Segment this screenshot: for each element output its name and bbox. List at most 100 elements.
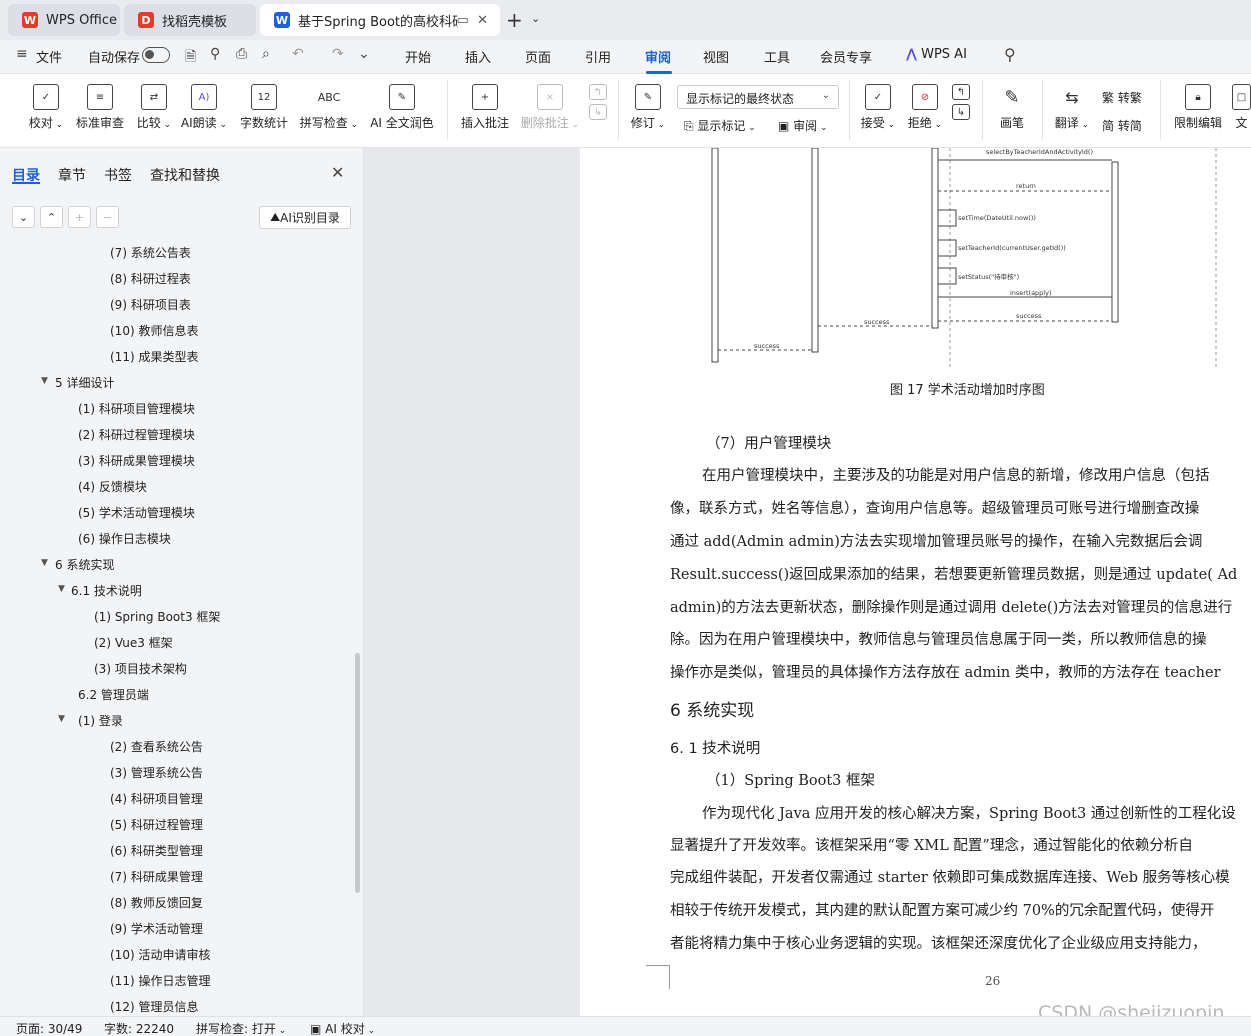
review-pane-button[interactable]: ▣ 审阅 ⌄ — [778, 117, 828, 134]
search-icon[interactable]: ⚲ — [1004, 45, 1016, 64]
menu-home[interactable]: 开始 — [405, 47, 431, 66]
menu-references[interactable]: 引用 — [585, 47, 611, 66]
toc-item[interactable]: (10) 活动申请审核 — [110, 946, 210, 963]
toc-item[interactable]: (3) 科研成果管理模块 — [78, 452, 195, 469]
toc-item[interactable]: (1) Spring Boot3 框架 — [94, 608, 220, 625]
document-more-button[interactable]: □ 文 — [1232, 84, 1251, 131]
expand-arrow-icon[interactable]: ▼ — [41, 558, 48, 568]
menu-review[interactable]: 审阅 — [645, 47, 671, 66]
expand-arrow-icon[interactable]: ▼ — [58, 584, 65, 594]
toc-item[interactable]: (9) 学术活动管理 — [110, 920, 203, 937]
document-area[interactable]: selectByTeacherIdAndActivityId() return … — [364, 148, 1251, 1016]
toc-item[interactable]: (2) 查看系统公告 — [110, 738, 203, 755]
spell-check-status[interactable]: 拼写检查: 打开 ⌄ — [196, 1020, 286, 1036]
tab-bookmarks[interactable]: 书签 — [104, 165, 132, 185]
toc-item[interactable]: (10) 教师信息表 — [110, 322, 198, 339]
track-changes-button[interactable]: ✎ 修订 ⌄ — [628, 84, 668, 131]
compare-button[interactable]: ⇄ 比较 ⌄ — [134, 84, 174, 131]
spell-check-button[interactable]: ABC 拼写检查 ⌄ — [298, 84, 360, 131]
tab-document[interactable]: W 基于Spring Boot的高校科研f ▭ ✕ — [260, 4, 500, 36]
reject-button[interactable]: ⊘ 拒绝 ⌄ — [905, 84, 945, 131]
delete-comment-button[interactable]: × 删除批注 ⌄ — [520, 84, 580, 131]
translate-button[interactable]: ⇆ 翻译 ⌄ — [1052, 84, 1092, 131]
toc-item[interactable]: (6) 操作日志模块 — [78, 530, 171, 547]
toc-item[interactable]: (3) 管理系统公告 — [110, 764, 203, 781]
to-simplified-button[interactable]: 简 转简 — [1102, 117, 1142, 134]
comment-nav-button[interactable]: ↰ ↳ — [588, 84, 608, 124]
show-markup-button[interactable]: ⎘ 显示标记 ⌄ — [684, 117, 756, 134]
autosave-toggle[interactable] — [142, 47, 170, 63]
restrict-edit-button[interactable]: 🔒︎ 限制编辑 — [1172, 84, 1224, 131]
standard-review-button[interactable]: ≡ 标准审查 — [74, 84, 126, 131]
word-count-button[interactable]: 12 字数统计 — [238, 84, 290, 131]
toc-item[interactable]: (6) 科研类型管理 — [110, 842, 203, 859]
expand-up-button[interactable]: ⌃ — [40, 206, 63, 228]
expand-arrow-icon[interactable]: ▼ — [41, 376, 48, 386]
word-count-status[interactable]: 字数: 22240 — [104, 1020, 174, 1036]
undo-icon[interactable]: ↶ — [292, 46, 304, 62]
page-indicator[interactable]: 页面: 30/49 — [16, 1020, 82, 1036]
toc-item[interactable]: (1) 科研项目管理模块 — [78, 400, 195, 417]
add-heading-button[interactable]: + — [68, 206, 91, 228]
document-page[interactable]: selectByTeacherIdAndActivityId() return … — [580, 148, 1251, 1016]
toc-item[interactable]: (8) 科研过程表 — [110, 270, 191, 287]
toc-scrollbar[interactable] — [355, 653, 360, 893]
close-icon[interactable]: ✕ — [331, 163, 344, 182]
revision-nav-button[interactable]: ↰ ↳ — [950, 84, 972, 124]
menu-file[interactable]: 文件 — [36, 47, 62, 66]
toc-item[interactable]: (2) Vue3 框架 — [94, 634, 173, 651]
toc-item[interactable]: (3) 项目技术架构 — [94, 660, 187, 677]
chevron-down-icon[interactable]: ⌄ — [358, 46, 370, 62]
toc-item[interactable]: (11) 成果类型表 — [110, 348, 198, 365]
toc-item[interactable]: 6 系统实现 — [55, 556, 114, 573]
print-icon[interactable]: ⎙ — [236, 46, 247, 62]
insert-comment-button[interactable]: + 插入批注 — [458, 84, 512, 131]
toc-item[interactable]: (5) 科研过程管理 — [110, 816, 203, 833]
toc-item[interactable]: (9) 科研项目表 — [110, 296, 191, 313]
menu-member[interactable]: 会员专享 — [820, 47, 872, 66]
menu-page[interactable]: 页面 — [525, 47, 551, 66]
ai-polish-button[interactable]: ✎ AI 全文润色 — [368, 84, 436, 131]
markup-mode-select[interactable]: 显示标记的最终状态 ⌄ — [677, 85, 839, 109]
expand-arrow-icon[interactable]: ▼ — [58, 714, 65, 724]
remove-heading-button[interactable]: − — [96, 206, 119, 228]
toc-item[interactable]: (11) 操作日志管理 — [110, 972, 210, 989]
ai-read-button[interactable]: A) AI朗读 ⌄ — [180, 84, 228, 131]
tab-wps-office[interactable]: W WPS Office — [8, 4, 120, 36]
page-number: 26 — [985, 974, 1001, 988]
toc-item[interactable]: (7) 系统公告表 — [110, 244, 191, 261]
collapse-all-button[interactable]: ⌄ — [12, 206, 35, 228]
menu-insert[interactable]: 插入 — [465, 47, 491, 66]
ai-check-status[interactable]: ▣ AI 校对 ⌄ — [310, 1020, 375, 1036]
ai-toc-button[interactable]: ⛰ AI识别目录 — [259, 206, 351, 229]
tab-template[interactable]: D 找稻壳模板 — [124, 4, 256, 36]
tab-find-replace[interactable]: 查找和替换 — [150, 165, 220, 185]
toc-item[interactable]: (5) 学术活动管理模块 — [78, 504, 195, 521]
new-tab-icon[interactable]: + — [506, 8, 523, 32]
link-icon[interactable]: ⚲ — [210, 46, 220, 62]
toc-item[interactable]: (4) 反馈模块 — [78, 478, 147, 495]
toc-item[interactable]: (12) 管理员信息 — [110, 998, 198, 1015]
toc-item[interactable]: 6.2 管理员端 — [78, 686, 149, 703]
menu-tools[interactable]: 工具 — [764, 47, 790, 66]
preview-icon[interactable]: ⌕ — [262, 46, 270, 62]
toc-item[interactable]: (4) 科研项目管理 — [110, 790, 203, 807]
accept-button[interactable]: ✓ 接受 ⌄ — [858, 84, 898, 131]
menu-view[interactable]: 视图 — [703, 47, 729, 66]
close-icon[interactable]: ▭ ✕ — [457, 13, 488, 28]
redo-icon[interactable]: ↷ — [332, 46, 344, 62]
save-icon[interactable]: 🗎 — [185, 46, 196, 70]
toc-item[interactable]: (1) 登录 — [78, 712, 123, 729]
to-traditional-button[interactable]: 繁 转繁 — [1102, 89, 1142, 106]
pen-button[interactable]: ✎ 画笔 — [994, 84, 1030, 131]
toc-item[interactable]: 5 详细设计 — [55, 374, 114, 391]
tab-chapters[interactable]: 章节 — [58, 165, 86, 185]
toc-item[interactable]: 6.1 技术说明 — [71, 582, 142, 599]
toc-item[interactable]: (2) 科研过程管理模块 — [78, 426, 195, 443]
chevron-down-icon[interactable]: ⌄ — [531, 12, 540, 25]
toc-item[interactable]: (8) 教师反馈回复 — [110, 894, 203, 911]
toc-item[interactable]: (7) 科研成果管理 — [110, 868, 203, 885]
menu-wps-ai[interactable]: ⋀ WPS AI — [906, 47, 967, 62]
proofread-button[interactable]: ✓ 校对 ⌄ — [28, 84, 64, 131]
hamburger-icon[interactable]: ≡ — [16, 46, 28, 62]
